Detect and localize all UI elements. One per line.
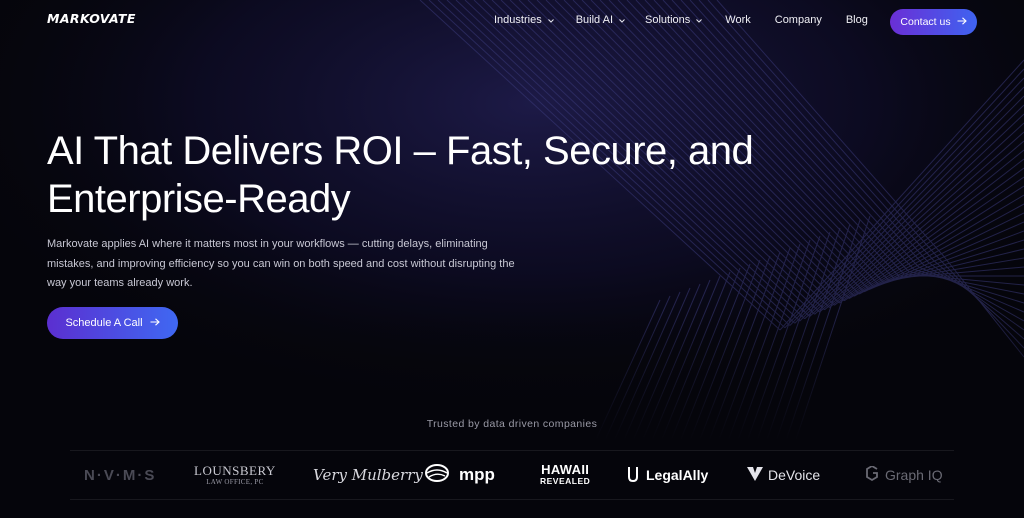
nav-item-company[interactable]: Company — [775, 14, 822, 26]
devoice-wordmark: DeVoice — [768, 467, 821, 483]
nav-item-label: Work — [725, 14, 751, 26]
client-logo-lounsbery: LOUNSBERY LAW OFFICE, PC — [194, 451, 276, 499]
chevron-down-icon — [619, 14, 625, 26]
nav-item-industries[interactable]: Industries — [494, 14, 554, 26]
legalally-wordmark: LegalAlly — [646, 467, 709, 483]
main-menu: Industries Build AI Solutions Work Compa… — [494, 14, 868, 26]
graphiq-g-icon — [866, 464, 880, 485]
nav-item-label: Build AI — [575, 14, 614, 26]
schedule-call-button[interactable]: Schedule A Call — [47, 307, 178, 339]
hawaii-line-1: HAWAII — [541, 462, 590, 477]
nav-item-label: Industries — [494, 14, 542, 26]
devoice-v-icon — [747, 466, 763, 484]
schedule-call-label: Schedule A Call — [65, 317, 143, 329]
client-logos: N·V·M·S LOUNSBERY LAW OFFICE, PC Very Mu… — [70, 450, 954, 500]
mpp-wordmark: mpp — [459, 465, 495, 484]
nav-item-label: Company — [774, 14, 822, 26]
hero-title-line-2: Enterprise-Ready — [47, 177, 351, 221]
client-logo-devoice: DeVoice — [747, 451, 820, 499]
chevron-down-icon — [696, 14, 703, 26]
contact-us-button[interactable]: Contact us — [890, 9, 977, 35]
client-logo-graphiq: Graph IQ — [866, 451, 943, 499]
client-logo-very-mulberry: Very Mulberry — [313, 466, 423, 484]
nav-item-blog[interactable]: Blog — [846, 14, 868, 26]
nav-item-work[interactable]: Work — [725, 14, 750, 26]
arrow-right-icon — [150, 317, 160, 329]
trusted-heading: Trusted by data driven companies — [426, 418, 598, 430]
lounsbery-tagline: LAW OFFICE, PC — [206, 477, 264, 486]
client-logo-mpp: mpp — [425, 451, 495, 499]
client-logo-legalally: LegalAlly — [626, 451, 708, 499]
brand-logo-text: MARKOVATE — [47, 11, 136, 26]
chevron-down-icon — [547, 14, 554, 26]
hero-subtitle: Markovate applies AI where it matters mo… — [47, 238, 515, 289]
hero-title: AI That Delivers ROI – Fast, Secure, and… — [47, 127, 807, 223]
nav-item-label: Solutions — [645, 14, 691, 26]
contact-us-label: Contact us — [900, 16, 951, 28]
graphiq-wordmark: Graph IQ — [885, 467, 943, 483]
client-logo-hawaii-revealed: HAWAII REVEALED — [540, 451, 590, 499]
hero-title-line-1: AI That Delivers ROI – Fast, Secure, and — [47, 129, 754, 173]
hawaii-line-2: REVEALED — [540, 476, 591, 486]
lounsbery-name: LOUNSBERY — [194, 462, 276, 478]
nav-item-solutions[interactable]: Solutions — [645, 14, 703, 26]
arrow-right-icon — [957, 16, 967, 28]
nav-item-build-ai[interactable]: Build AI — [576, 14, 625, 26]
top-navigation: MARKOVATE Industries Build AI Solutions … — [0, 0, 1024, 42]
legalally-shield-icon — [626, 465, 640, 486]
mpp-globe-icon — [425, 463, 455, 488]
nav-item-label: Blog — [845, 14, 868, 26]
brand-logo[interactable]: MARKOVATE — [47, 11, 136, 26]
client-logo-nvms: N·V·M·S — [84, 466, 157, 484]
